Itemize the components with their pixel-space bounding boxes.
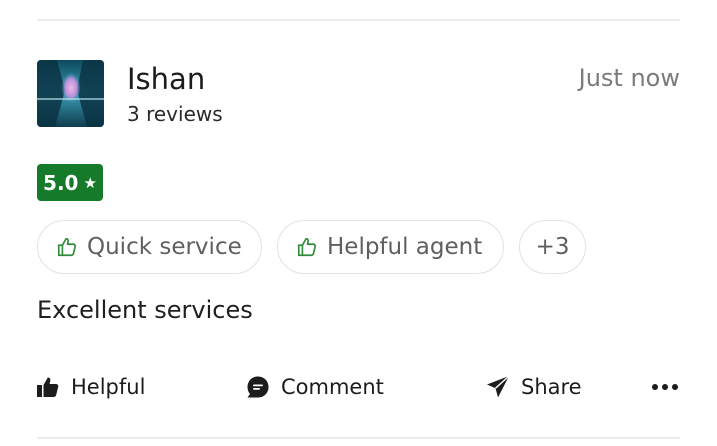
comment-label: Comment (281, 375, 384, 399)
review-timestamp: Just now (578, 64, 680, 92)
star-icon: ★ (83, 173, 97, 192)
helpful-label: Helpful (71, 375, 146, 399)
helpful-button[interactable]: Helpful (36, 368, 145, 406)
author-name[interactable]: Ishan (127, 60, 205, 98)
comment-button[interactable]: Comment (246, 368, 384, 406)
rating-value: 5.0 (43, 170, 79, 195)
thumbs-up-outline-icon (57, 237, 77, 257)
bottom-divider (37, 437, 680, 439)
author-review-count: 3 reviews (127, 102, 223, 126)
thumbs-up-outline-icon (297, 237, 317, 257)
tag-more-label: +3 (535, 234, 570, 260)
share-button[interactable]: Share (486, 368, 582, 406)
comment-bubble-icon (247, 376, 269, 398)
tag-chip-more[interactable]: +3 (519, 220, 586, 274)
paper-plane-icon (487, 375, 510, 398)
rating-badge: 5.0 ★ (37, 164, 103, 201)
avatar[interactable] (37, 60, 104, 127)
review-text: Excellent services (37, 296, 253, 324)
share-label: Share (521, 375, 582, 399)
avatar-image (37, 60, 104, 127)
more-dots-icon (652, 384, 678, 390)
more-options-button[interactable] (651, 368, 679, 406)
thumbs-up-filled-icon (37, 377, 59, 397)
tag-label: Quick service (87, 234, 242, 260)
tag-chip-quick-service[interactable]: Quick service (37, 220, 262, 274)
top-divider (37, 19, 680, 21)
tag-chip-helpful-agent[interactable]: Helpful agent (277, 220, 504, 274)
tag-label: Helpful agent (327, 234, 483, 260)
